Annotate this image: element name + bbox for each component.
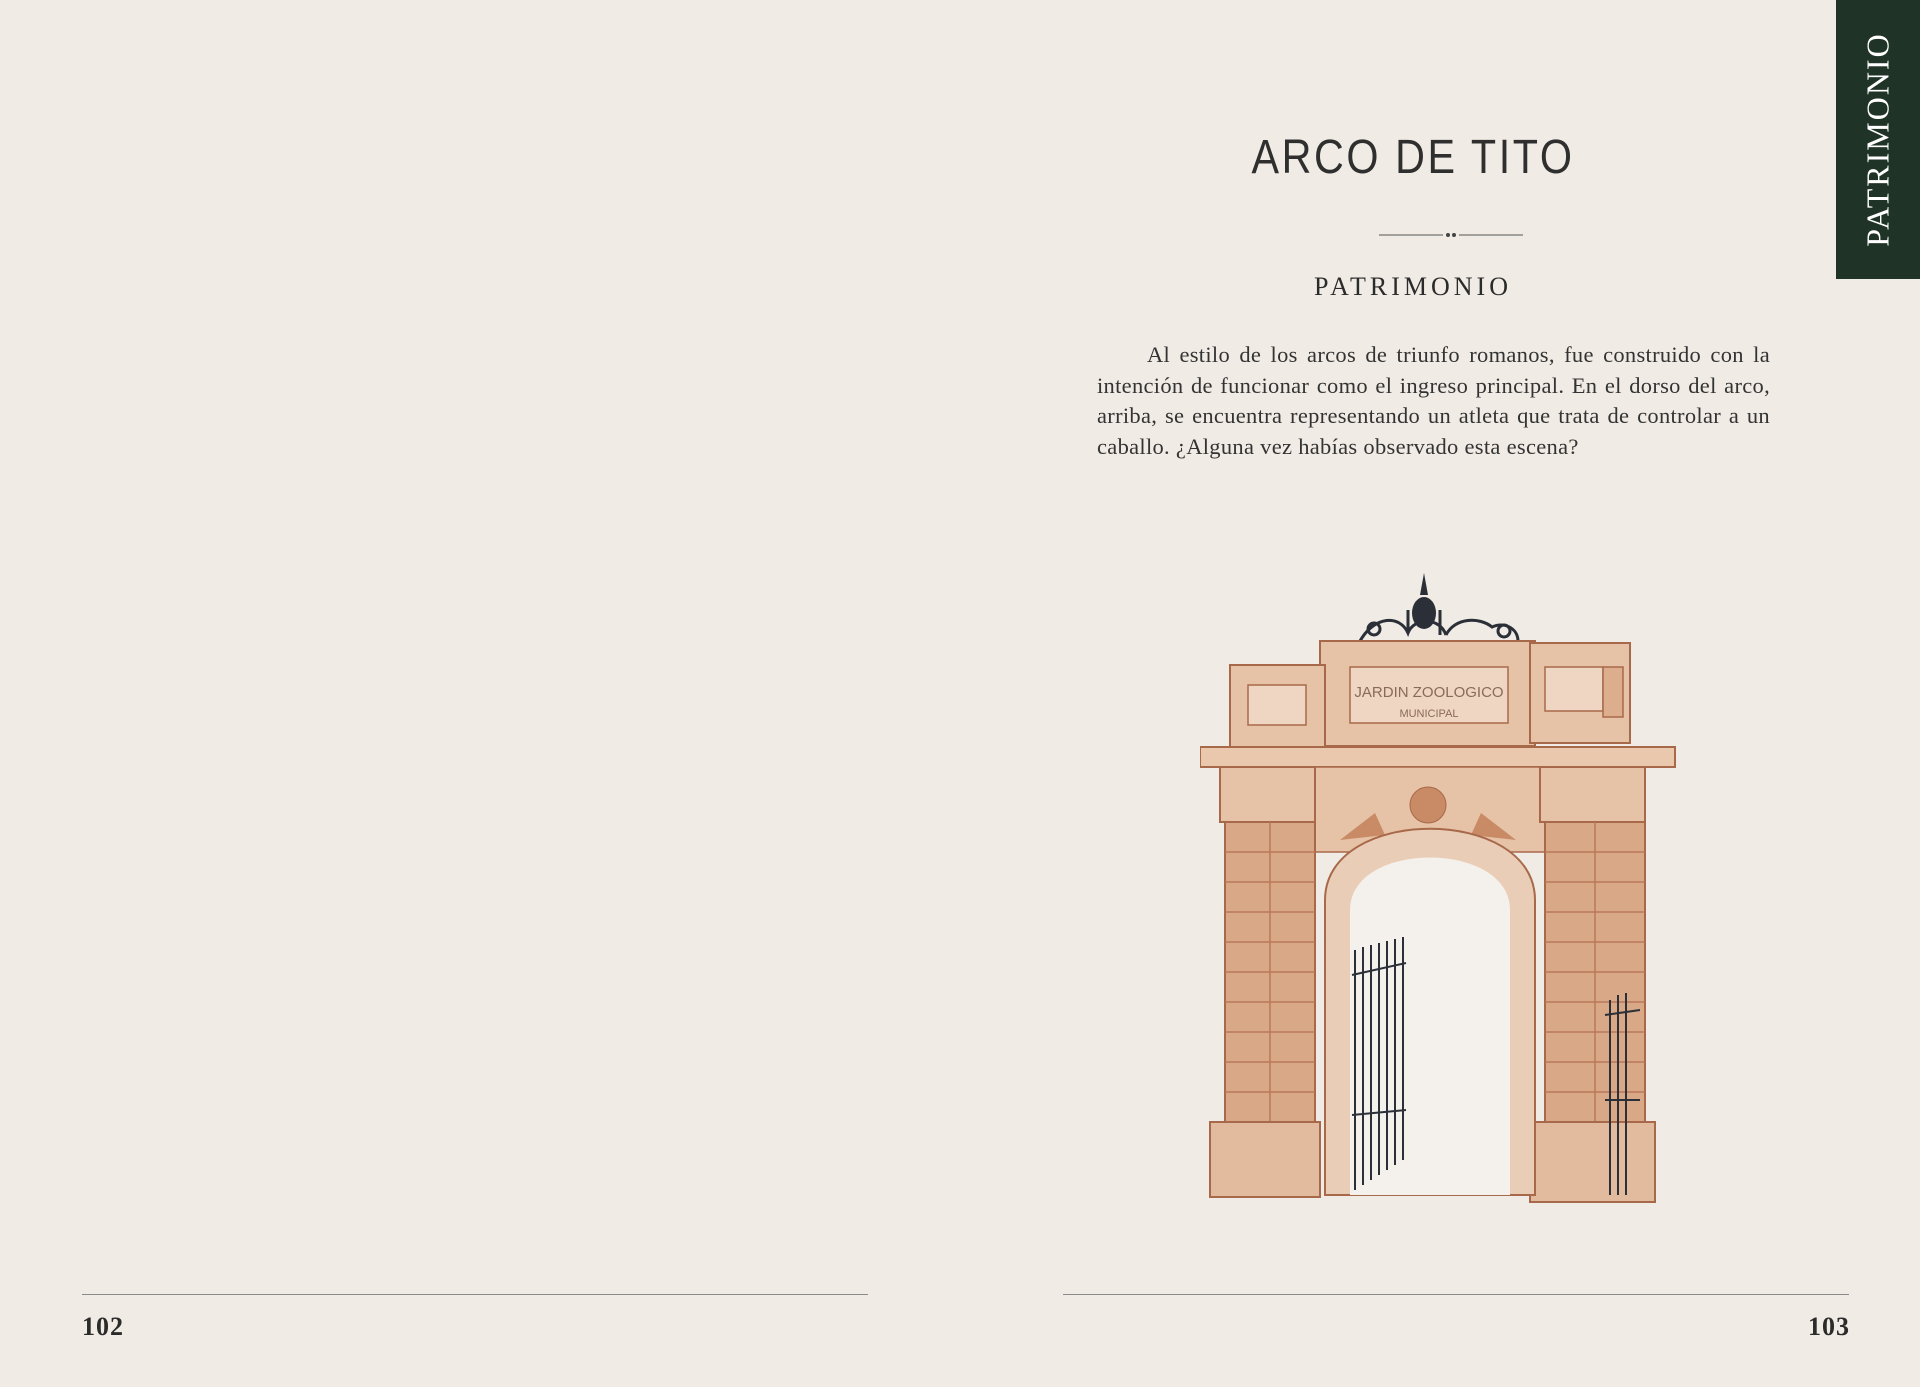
section-subtitle: PATRIMONIO — [1314, 272, 1512, 301]
footer-rule — [1063, 1294, 1849, 1295]
body-paragraph: Al estilo de los arcos de triunfo romano… — [1097, 342, 1770, 459]
page-title: ARCO DE TITO — [1251, 131, 1575, 184]
arch-illustration-icon: JARDIN ZOOLOGICO MUNICIPAL — [1200, 573, 1676, 1203]
left-page: 102 — [0, 0, 960, 1387]
ornament-divider-icon — [1379, 233, 1523, 237]
section-tab[interactable]: PATRIMONIO — [1836, 0, 1920, 279]
page-number-left: 102 — [82, 1312, 124, 1341]
right-page: PATRIMONIO ARCO DE TITO PATRIMONIO Al es… — [960, 0, 1920, 1387]
inscription-line1: JARDIN ZOOLOGICO — [1354, 684, 1503, 701]
body-text: Al estilo de los arcos de triunfo romano… — [1097, 340, 1770, 462]
section-tab-label: PATRIMONIO — [1859, 32, 1896, 247]
footer-rule — [82, 1294, 868, 1295]
page-number-right: 103 — [1808, 1312, 1850, 1341]
inscription-line2: MUNICIPAL — [1399, 708, 1458, 720]
